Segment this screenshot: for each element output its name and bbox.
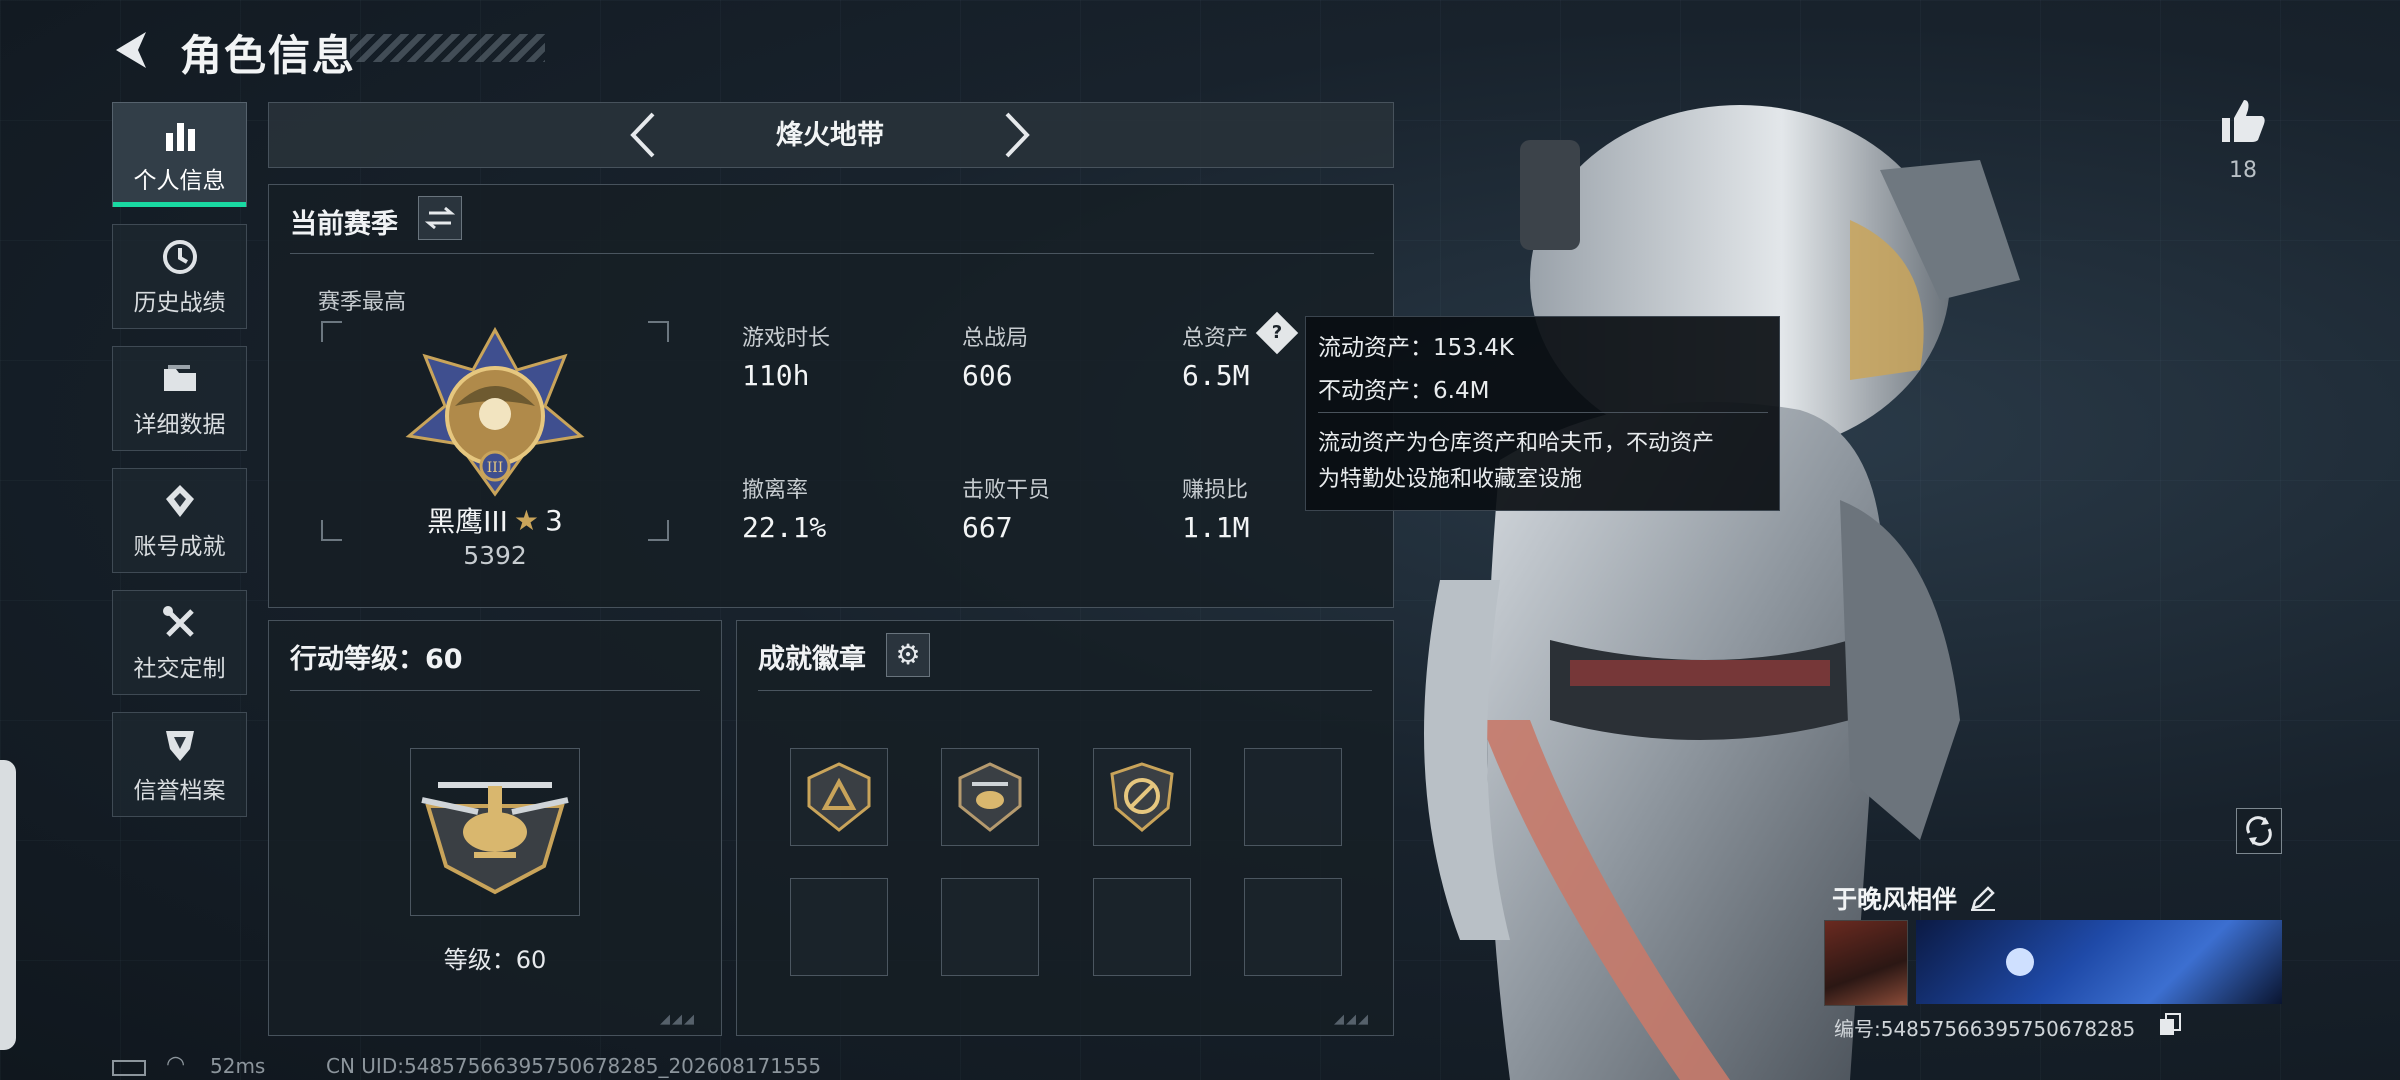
season-divider [290, 253, 1374, 254]
badge-slot[interactable] [1093, 748, 1191, 846]
refresh-button[interactable] [2236, 808, 2282, 854]
rank-score: 5392 [463, 541, 527, 570]
bar-chart-icon [165, 122, 195, 151]
badge-slot[interactable] [790, 748, 888, 846]
sidebar-item-social[interactable]: 社交定制 [112, 590, 247, 695]
page-title: 角色信息 [180, 31, 357, 80]
sidebar-item-label: 个人信息 [133, 167, 226, 194]
stat-label-assets: 总资产 [1182, 326, 1249, 351]
title-decoration [350, 34, 545, 62]
sidebar-item-label: 历史战绩 [133, 289, 226, 316]
switch-season-button[interactable] [418, 196, 462, 240]
badge-slot[interactable] [941, 748, 1039, 846]
badge-slot-empty[interactable] [1093, 878, 1191, 976]
panel-corner-mark: ◢◢◢ [1334, 1012, 1370, 1027]
history-clock-icon [162, 239, 197, 274]
stat-value-profit-ratio: 1.1M [1182, 511, 1250, 544]
achievements-divider [758, 690, 1372, 691]
stat-value-matches: 606 [962, 359, 1013, 392]
stat-label-profit-ratio: 赚损比 [1182, 478, 1249, 503]
rank-name-row: 黑鹰III ★ 3 [420, 500, 570, 540]
stat-label-playtime: 游戏时长 [742, 326, 831, 351]
helicopter-badge-icon [958, 762, 1022, 832]
player-banner[interactable] [1916, 920, 2282, 1004]
swap-icon [424, 206, 456, 230]
target-badge-icon [1110, 762, 1174, 832]
like-count: 18 [2229, 158, 2257, 183]
achievements-settings-button[interactable]: ⚙ [886, 633, 930, 677]
sidebar-item-label: 社交定制 [133, 655, 226, 682]
next-mode-button[interactable] [997, 110, 1037, 160]
stat-value-playtime: 110h [742, 359, 810, 392]
ping-text: 52ms [210, 1054, 266, 1078]
tooltip-desc-line1: 流动资产为仓库资产和哈夫币，不动资产 [1318, 431, 1715, 456]
sidebar-item-label: 信誉档案 [133, 777, 226, 804]
season-title: 当前赛季 [290, 209, 398, 240]
badge-slot-empty[interactable] [941, 878, 1039, 976]
sidebar-item-label: 账号成就 [133, 533, 226, 560]
rank-emblem: III [405, 326, 585, 497]
gear-icon: ⚙ [895, 638, 921, 671]
season-best-label: 赛季最高 [318, 290, 407, 315]
badge-slot-empty[interactable] [790, 878, 888, 976]
moon-icon [2006, 948, 2034, 976]
copy-icon[interactable] [2158, 1012, 2182, 1036]
stat-value-kills: 667 [962, 511, 1013, 544]
asset-help-icon[interactable]: ? [1255, 311, 1299, 355]
helicopter-emblem [421, 782, 569, 895]
sidebar-item-credit[interactable]: 信誉档案 [112, 712, 247, 817]
wifi-icon: ◠ [166, 1052, 186, 1077]
tooltip-fixed-assets: 不动资产：6.4M [1318, 378, 1490, 404]
uid-text: CN UID:54857566395750678285_202608171555 [326, 1054, 822, 1078]
stat-value-assets: 6.5M [1182, 359, 1250, 392]
sidebar-item-achievements[interactable]: 账号成就 [112, 468, 247, 573]
tooltip-liquid-assets: 流动资产：153.4K [1318, 335, 1514, 361]
badge-slot-empty[interactable] [1244, 748, 1342, 846]
edge-handle[interactable] [0, 760, 16, 1050]
player-avatar[interactable] [1824, 920, 1908, 1006]
stat-label-extract-rate: 撤离率 [742, 478, 809, 503]
badge-slot-empty[interactable] [1244, 878, 1342, 976]
tooltip-desc-line2: 为特勤处设施和收藏室设施 [1318, 467, 1583, 492]
star-icon: ★ [513, 503, 540, 537]
svg-text:III: III [487, 460, 504, 476]
achievement-icon [165, 484, 194, 517]
stat-label-matches: 总战局 [962, 326, 1029, 351]
player-name-row: 于晚风相伴 [1832, 880, 1997, 916]
mode-title: 烽火地带 [776, 120, 884, 151]
folder-icon [163, 364, 196, 391]
achievements-title: 成就徽章 [758, 644, 866, 675]
stat-label-kills: 击败干员 [962, 478, 1051, 503]
panel-corner-mark: ◢◢◢ [660, 1012, 696, 1027]
prev-mode-button[interactable] [623, 110, 663, 160]
triangle-badge-icon [807, 762, 871, 832]
rank-stars: 3 [545, 503, 563, 537]
back-arrow-icon[interactable] [110, 28, 154, 72]
action-level-divider [290, 690, 700, 691]
edit-pencil-icon[interactable] [1969, 884, 1997, 912]
sidebar-item-detailed-data[interactable]: 详细数据 [112, 346, 247, 451]
action-level-title: 行动等级：60 [290, 644, 463, 675]
refresh-icon [2246, 816, 2272, 846]
tooltip-divider [1318, 412, 1768, 413]
sidebar-item-personal-info[interactable]: 个人信息 [112, 102, 247, 207]
player-name: 于晚风相伴 [1832, 885, 1958, 914]
level-label: 等级：60 [443, 946, 547, 974]
battery-icon [112, 1060, 146, 1076]
rank-name: 黑鹰III [427, 505, 508, 538]
sidebar-item-history[interactable]: 历史战绩 [112, 224, 247, 329]
tools-icon [162, 605, 194, 637]
sidebar-item-label: 详细数据 [133, 411, 226, 438]
thumbs-up-icon[interactable] [2218, 96, 2268, 146]
stat-value-extract-rate: 22.1% [742, 511, 827, 544]
player-id: 编号:54857566395750678285 [1834, 1017, 2136, 1041]
shield-icon [165, 730, 194, 761]
